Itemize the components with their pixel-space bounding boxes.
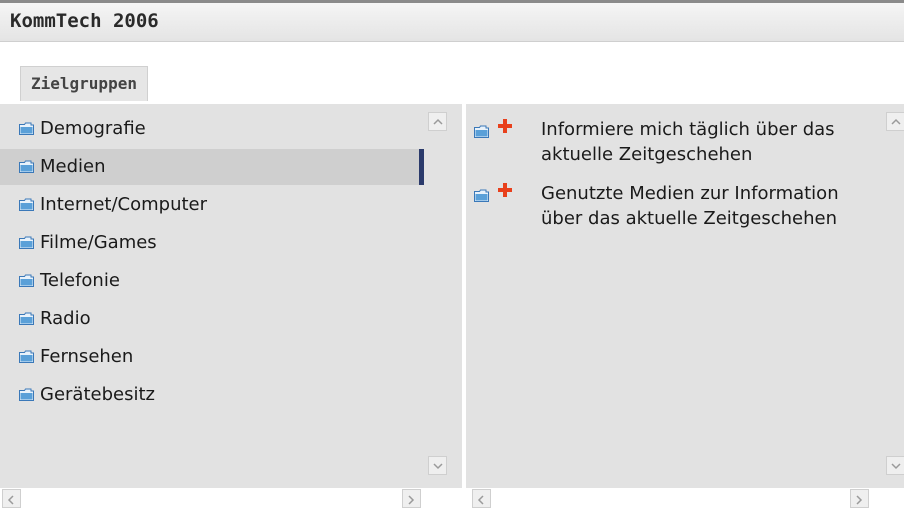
category-horizontal-scrollbar[interactable]: [0, 488, 462, 508]
category-label: Medien: [40, 156, 106, 177]
question-pane: Informiere mich täglich über das aktuell…: [466, 104, 904, 508]
folder-icon: [474, 189, 489, 202]
scroll-up-button[interactable]: [428, 112, 447, 131]
category-vertical-scrollbar[interactable]: [428, 104, 448, 484]
folder-icon: [19, 312, 34, 325]
folder-icon: [19, 160, 34, 173]
app-window: KommTech 2006 Zielgruppen Demografie Medi…: [0, 0, 904, 508]
chevron-right-icon: [408, 495, 415, 505]
folder-icon: [19, 198, 34, 211]
chevron-up-icon: [433, 118, 443, 125]
chevron-up-icon: [891, 118, 901, 125]
question-item[interactable]: Informiere mich täglich über das aktuell…: [466, 117, 874, 173]
question-vertical-scrollbar[interactable]: [884, 104, 904, 484]
question-item[interactable]: Genutzte Medien zur Information über das…: [466, 181, 874, 261]
category-pane: Demografie Medien Internet/Computer Filme/G…: [0, 104, 462, 508]
question-horizontal-scrollbar[interactable]: [466, 488, 904, 508]
category-item[interactable]: Gerätebesitz: [0, 377, 424, 413]
scroll-down-button[interactable]: [428, 456, 447, 475]
category-label: Radio: [40, 308, 91, 329]
folder-icon: [19, 122, 34, 135]
scroll-left-button[interactable]: [472, 489, 491, 508]
window-title: KommTech 2006: [10, 10, 159, 32]
folder-icon: [19, 274, 34, 287]
category-label: Telefonie: [40, 270, 120, 291]
category-item[interactable]: Filme/Games: [0, 225, 424, 261]
scroll-up-button[interactable]: [886, 112, 904, 131]
scroll-left-button[interactable]: [2, 489, 21, 508]
plus-icon[interactable]: [498, 183, 512, 197]
scroll-right-button[interactable]: [402, 489, 421, 508]
category-item[interactable]: Demografie: [0, 111, 424, 147]
chevron-down-icon: [891, 463, 901, 470]
tab-zielgruppen[interactable]: Zielgruppen: [20, 66, 148, 101]
scroll-down-button[interactable]: [886, 456, 904, 475]
folder-icon: [474, 125, 489, 138]
category-label: Gerätebesitz: [40, 384, 155, 405]
category-item[interactable]: Internet/Computer: [0, 187, 424, 223]
chevron-right-icon: [856, 495, 863, 505]
chevron-down-icon: [433, 463, 443, 470]
chevron-left-icon: [7, 495, 14, 505]
category-item[interactable]: Radio: [0, 301, 424, 337]
category-label: Internet/Computer: [40, 194, 208, 215]
scroll-right-button[interactable]: [850, 489, 869, 508]
question-label: Informiere mich täglich über das aktuell…: [541, 119, 835, 165]
chevron-left-icon: [477, 495, 484, 505]
plus-icon[interactable]: [498, 119, 512, 133]
category-item[interactable]: Medien: [0, 149, 424, 185]
window-titlebar: KommTech 2006: [0, 3, 904, 42]
category-label: Demografie: [40, 118, 146, 139]
question-label: Genutzte Medien zur Information über das…: [541, 183, 839, 229]
category-label: Fernsehen: [40, 346, 134, 367]
category-item[interactable]: Fernsehen: [0, 339, 424, 375]
folder-icon: [19, 350, 34, 363]
tab-strip: Zielgruppen: [0, 63, 904, 105]
folder-icon: [19, 236, 34, 249]
category-item[interactable]: Telefonie: [0, 263, 424, 299]
category-label: Filme/Games: [40, 232, 157, 253]
folder-icon: [19, 388, 34, 401]
